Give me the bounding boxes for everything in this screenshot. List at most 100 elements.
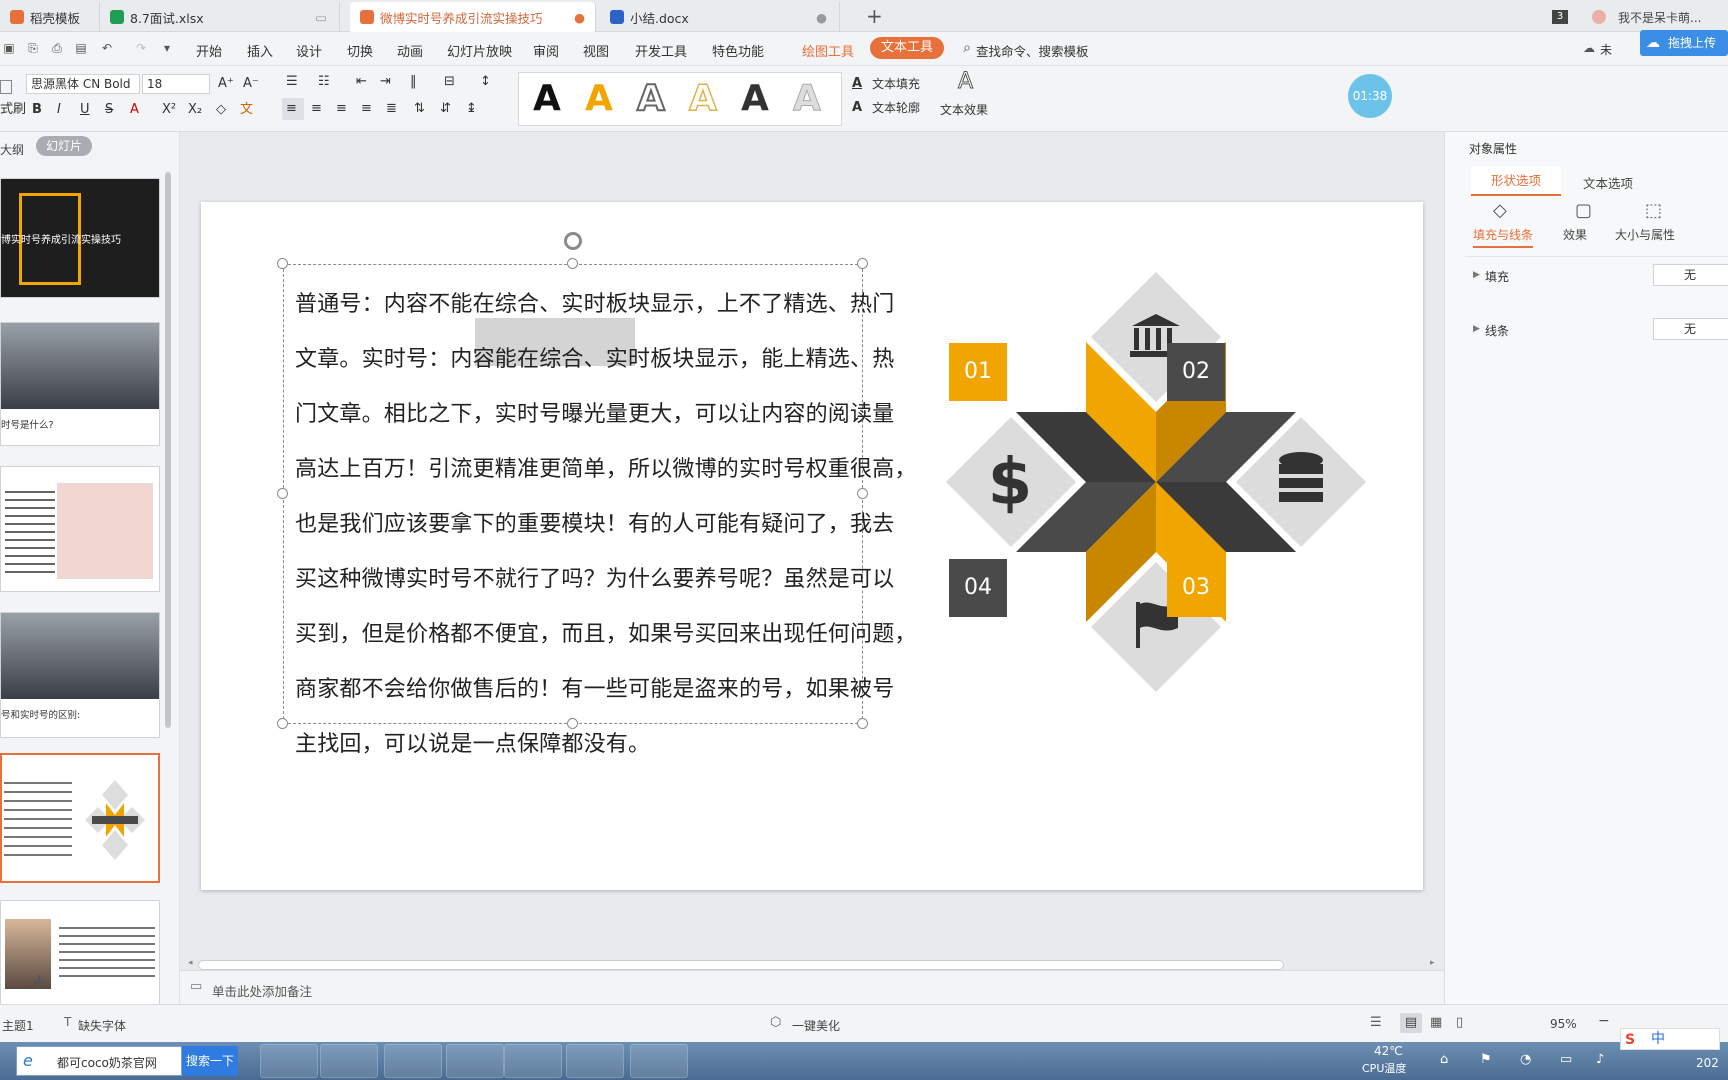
export-icon[interactable]: ⎘ bbox=[26, 41, 40, 55]
tray-volume-icon[interactable]: ♪ bbox=[1596, 1052, 1604, 1067]
subtab-effect[interactable]: 效果 bbox=[1563, 226, 1587, 243]
sorter-view-icon[interactable]: ▦ bbox=[1430, 1015, 1442, 1030]
format-painter-label[interactable]: 式刷 bbox=[0, 102, 26, 118]
wps-icon[interactable] bbox=[504, 1044, 562, 1078]
align-center-icon[interactable]: ≡ bbox=[311, 101, 322, 117]
body-text-line[interactable]: 买到，但是价格都不便宜，而且，如果号买回来出现任何问题， bbox=[295, 616, 917, 648]
expand-fill-icon[interactable]: ▶ bbox=[1473, 270, 1480, 280]
missing-font[interactable]: 缺失字体 bbox=[78, 1017, 126, 1034]
bold-icon[interactable]: B bbox=[32, 102, 42, 118]
notes-toggle-icon[interactable]: ☰ bbox=[1370, 1015, 1382, 1030]
menu-slideshow[interactable]: 幻灯片放映 bbox=[447, 41, 512, 60]
body-text-line[interactable]: 普通号：内容不能在综合、实时板块显示，上不了精选、热门 bbox=[295, 286, 894, 318]
cloud-icon[interactable]: ☁ bbox=[1582, 41, 1596, 55]
scroll-right-icon[interactable]: ▸ bbox=[1430, 958, 1435, 968]
ie-address-box[interactable]: e 都可coco奶茶官网 bbox=[16, 1046, 182, 1076]
undo-icon[interactable]: ↶ bbox=[100, 41, 114, 55]
font-increase-icon[interactable]: A⁺ bbox=[218, 76, 234, 92]
quick-access-dropdown-icon[interactable]: ▾ bbox=[160, 41, 174, 55]
ime-bar[interactable]: S 中 bbox=[1620, 1028, 1720, 1050]
columns-icon[interactable]: ‖ bbox=[410, 74, 417, 90]
notes-area[interactable]: ▭ 单击此处添加备注 bbox=[180, 970, 1444, 1004]
tab-slides[interactable]: 幻灯片 bbox=[36, 136, 92, 156]
reading-view-icon[interactable]: ▯ bbox=[1456, 1015, 1463, 1030]
font-size-combo[interactable]: 18 bbox=[142, 74, 210, 94]
notes-placeholder[interactable]: 单击此处添加备注 bbox=[212, 981, 312, 1000]
tray-network-icon[interactable]: ⌂ bbox=[1440, 1052, 1448, 1067]
effect-icon[interactable]: ▢ bbox=[1575, 200, 1592, 221]
tray-flag-icon[interactable]: ⚑ bbox=[1480, 1052, 1492, 1067]
normal-view-icon[interactable]: ▤ bbox=[1400, 1013, 1422, 1033]
command-search[interactable]: 查找命令、搜索模板 bbox=[976, 41, 1089, 60]
fill-label[interactable]: 填充 bbox=[1485, 268, 1509, 285]
line-label[interactable]: 线条 bbox=[1485, 322, 1509, 339]
save-icon[interactable]: ▣ bbox=[2, 41, 16, 55]
avatar[interactable] bbox=[1592, 10, 1606, 24]
subscript-icon[interactable]: X₂ bbox=[188, 102, 202, 118]
text-fill-label[interactable]: 文本填充 bbox=[872, 76, 920, 92]
font-name-combo[interactable]: 思源黑体 CN Bold bbox=[26, 74, 140, 94]
body-text-line[interactable]: 门文章。相比之下，实时号曝光量更大，可以让内容的阅读量 bbox=[295, 396, 894, 428]
underline-icon[interactable]: U bbox=[80, 102, 90, 118]
slide-thumb-3[interactable] bbox=[0, 466, 160, 592]
slide-thumb-6[interactable] bbox=[0, 900, 160, 1010]
rotate-handle-icon[interactable] bbox=[564, 232, 582, 250]
search-now-button[interactable]: 搜索一下 bbox=[182, 1046, 238, 1076]
scroll-left-icon[interactable]: ◂ bbox=[188, 958, 193, 968]
slide-thumb-2[interactable]: 时号是什么? bbox=[0, 322, 160, 446]
clock-year[interactable]: 202 bbox=[1696, 1056, 1719, 1070]
menu-transition[interactable]: 切换 bbox=[347, 41, 373, 60]
spacing-before-icon[interactable]: ⇅ bbox=[414, 101, 425, 117]
tab-shape-options[interactable]: 形状选项 bbox=[1471, 166, 1561, 196]
thumb-scrollbar[interactable] bbox=[165, 172, 171, 728]
menu-features[interactable]: 特色功能 bbox=[712, 41, 764, 60]
window-count-badge[interactable]: 3 bbox=[1552, 10, 1568, 24]
tab-close-icon[interactable]: ● bbox=[816, 10, 827, 25]
body-text-line[interactable]: 买这种微博实时号不就行了吗？为什么要养号呢？虽然是可以 bbox=[295, 561, 894, 593]
expand-line-icon[interactable]: ▶ bbox=[1473, 324, 1480, 334]
tab-daoke[interactable]: 稻壳模板 bbox=[0, 2, 100, 32]
file-explorer-icon[interactable] bbox=[260, 1044, 318, 1078]
format-painter-icon[interactable] bbox=[0, 80, 12, 94]
preview-icon[interactable]: ▤ bbox=[74, 41, 88, 55]
slide-thumb-1[interactable]: 博实时号养成引流实操技巧 bbox=[0, 178, 160, 298]
text-effect-label[interactable]: 文本效果 bbox=[940, 102, 988, 118]
horizontal-scrollbar[interactable] bbox=[198, 960, 1284, 970]
zoom-out-icon[interactable]: − bbox=[1598, 1013, 1610, 1029]
menu-view[interactable]: 视图 bbox=[583, 41, 609, 60]
slide-thumb-4[interactable]: 号和实时号的区别: bbox=[0, 612, 160, 738]
add-slide-plus-icon[interactable]: + bbox=[30, 970, 48, 995]
clear-format-icon[interactable]: ◇ bbox=[216, 102, 226, 118]
menu-design[interactable]: 设计 bbox=[296, 41, 322, 60]
text-style-dark[interactable]: A bbox=[741, 79, 769, 119]
tab-xlsx[interactable]: 8.7面试.xlsx ▭ bbox=[100, 2, 340, 32]
tab-float-icon[interactable]: ▭ bbox=[315, 10, 327, 25]
theme-name[interactable]: 主题1 bbox=[2, 1017, 34, 1034]
tab-pptx[interactable]: 微博实时号养成引流实操技巧 ● bbox=[350, 2, 596, 32]
justify-icon[interactable]: ≡ bbox=[361, 101, 372, 117]
label-03[interactable]: 03 bbox=[1167, 559, 1225, 617]
menu-start[interactable]: 开始 bbox=[196, 41, 222, 60]
increase-indent-icon[interactable]: ⇥ bbox=[380, 74, 391, 90]
text-fill-icon[interactable]: A bbox=[852, 76, 862, 92]
resize-handle[interactable] bbox=[857, 718, 868, 729]
label-01[interactable]: 01 bbox=[949, 343, 1007, 401]
align-right-icon[interactable]: ≡ bbox=[336, 101, 347, 117]
menu-drawing-tools[interactable]: 绘图工具 bbox=[802, 41, 854, 60]
label-02[interactable]: 02 bbox=[1167, 343, 1225, 401]
body-text-line[interactable]: 文章。实时号：内容能在综合、实时板块显示，能上精选、热 bbox=[295, 341, 894, 373]
slide-thumb-5-selected[interactable] bbox=[0, 753, 160, 883]
resize-handle[interactable] bbox=[567, 258, 578, 269]
infographic[interactable]: $ bbox=[946, 272, 1366, 692]
tab-close-icon[interactable]: ● bbox=[574, 10, 585, 25]
menu-animation[interactable]: 动画 bbox=[397, 41, 423, 60]
fill-line-icon[interactable]: ◇ bbox=[1493, 200, 1507, 221]
phonetic-icon[interactable]: 文 bbox=[240, 102, 253, 118]
wechat-icon[interactable] bbox=[566, 1044, 624, 1078]
text-style-gold[interactable]: A bbox=[585, 79, 613, 119]
cpu-temperature[interactable]: 42℃ bbox=[1374, 1044, 1403, 1058]
text-style-black[interactable]: A bbox=[533, 79, 561, 119]
upload-button[interactable]: ☁ 拖拽上传 bbox=[1640, 30, 1728, 56]
label-04[interactable]: 04 bbox=[949, 559, 1007, 617]
text-outline-icon[interactable]: A bbox=[852, 100, 862, 116]
